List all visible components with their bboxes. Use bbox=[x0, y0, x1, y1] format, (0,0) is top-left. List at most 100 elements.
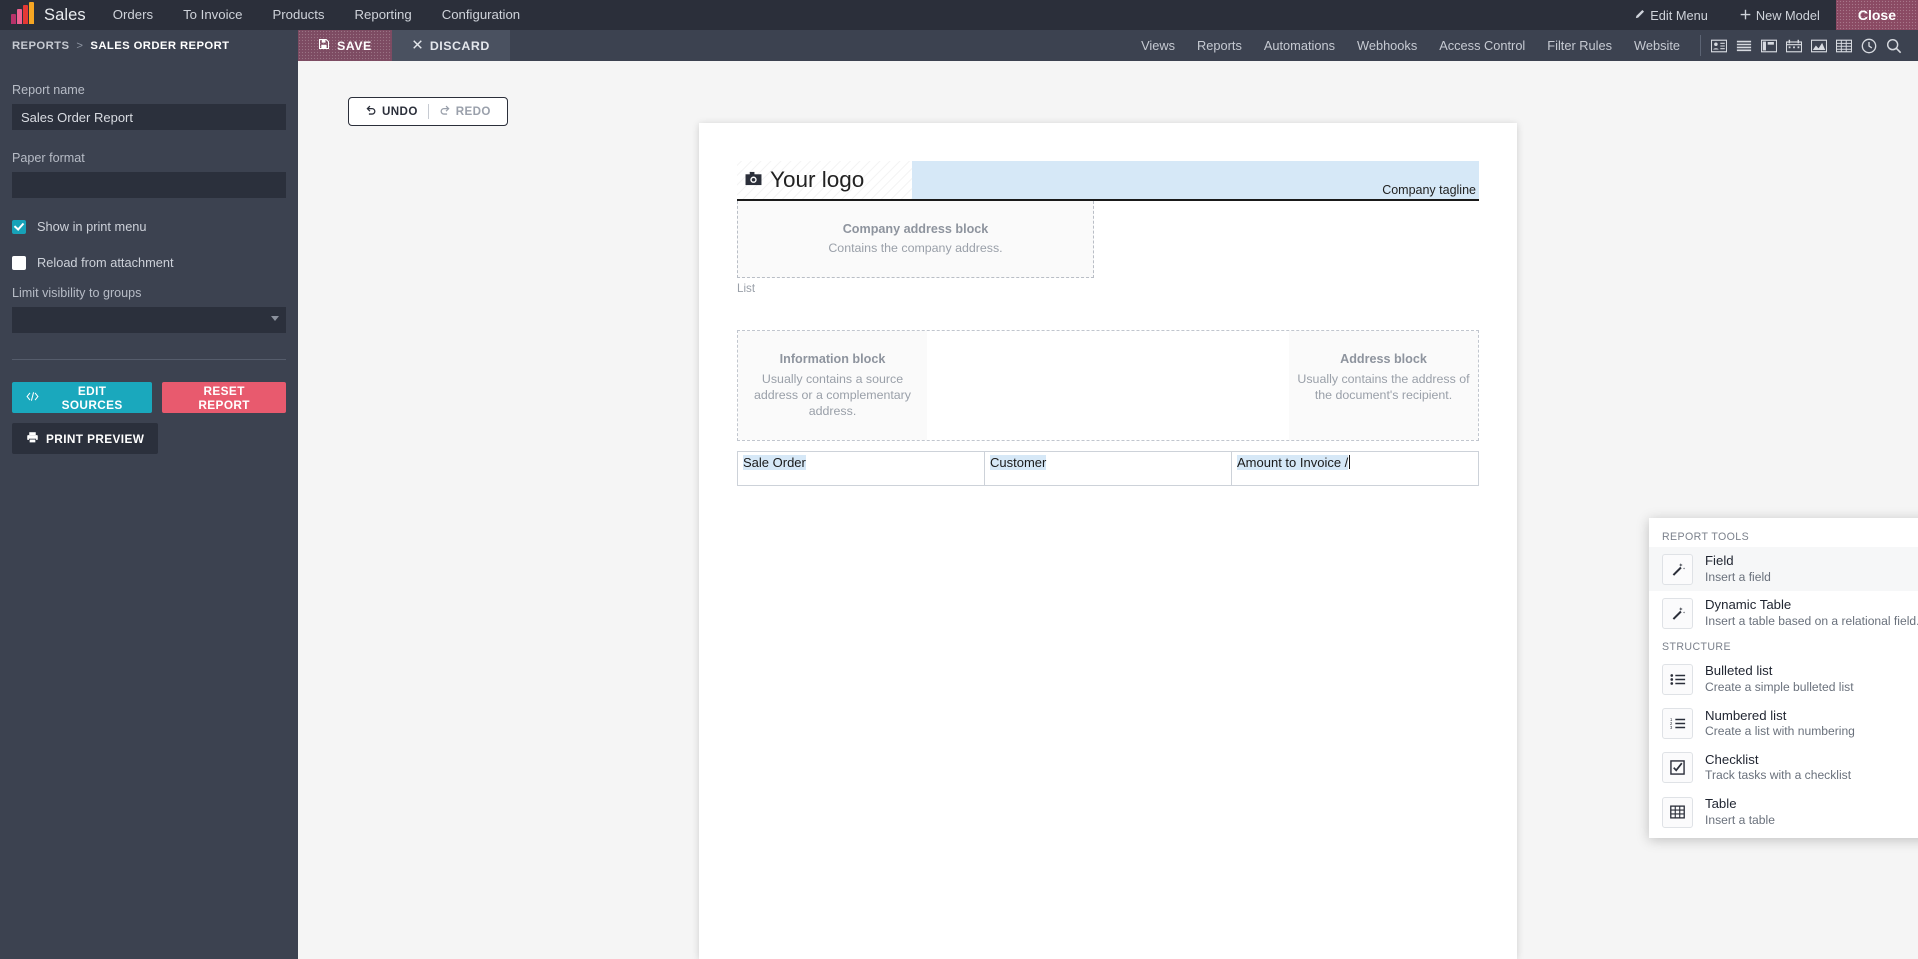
popup-section-structure: STRUCTURE bbox=[1662, 641, 1731, 654]
subnav-item-reports[interactable]: Reports bbox=[1186, 30, 1253, 61]
popup-item-desc: Insert a table based on a relational fie… bbox=[1705, 613, 1918, 628]
popup-item-title: Table bbox=[1705, 796, 1737, 812]
popup-item-checklist[interactable]: Checklist Track tasks with a checklist bbox=[1649, 746, 1918, 790]
subnav-item-webhooks[interactable]: Webhooks bbox=[1346, 30, 1428, 61]
menu-item-to-invoice[interactable]: To Invoice bbox=[168, 0, 257, 30]
subnav-item-views[interactable]: Views bbox=[1130, 30, 1186, 61]
discard-button[interactable]: DISCARD bbox=[391, 30, 510, 61]
popup-section-report-tools: REPORT TOOLS bbox=[1662, 531, 1750, 543]
popup-item-table[interactable]: Table Insert a table bbox=[1649, 790, 1918, 834]
edit-menu-button[interactable]: Edit Menu bbox=[1618, 0, 1724, 30]
calendar-view-icon[interactable] bbox=[1783, 35, 1804, 56]
report-name-input[interactable]: Sales Order Report bbox=[12, 104, 286, 130]
information-block-desc: Usually contains a source address or a c… bbox=[753, 371, 912, 419]
document-header-row: Your logo Company tagline bbox=[737, 161, 1479, 199]
reset-report-label: RESET REPORT bbox=[198, 383, 250, 412]
company-address-wrap: Company address block Contains the compa… bbox=[737, 200, 1479, 278]
undo-label: UNDO bbox=[382, 105, 418, 118]
logo-placeholder[interactable]: Your logo bbox=[737, 161, 912, 199]
popup-item-title: Checklist bbox=[1705, 751, 1759, 767]
undo-button[interactable]: UNDO bbox=[355, 104, 428, 119]
floppy-disk-icon bbox=[318, 38, 330, 53]
report-settings-sidebar: Report name Sales Order Report Paper for… bbox=[0, 61, 298, 959]
graph-view-icon[interactable] bbox=[1808, 35, 1829, 56]
paper-format-input[interactable] bbox=[12, 172, 286, 198]
document-blocks-row: Information block Usually contains a sou… bbox=[737, 329, 1479, 441]
table-header-customer: Customer bbox=[990, 454, 1047, 470]
popup-item-field[interactable]: Field Insert a field bbox=[1649, 547, 1918, 592]
address-block-title: Address block bbox=[1340, 351, 1427, 366]
gantt-view-icon[interactable] bbox=[1758, 35, 1779, 56]
slash-command-popup: REPORT TOOLS Field Insert a field Dynami… bbox=[1649, 518, 1918, 839]
popup-item-numbered-list[interactable]: 123 Numbered list Create a list with num… bbox=[1649, 702, 1918, 746]
menu-item-configuration[interactable]: Configuration bbox=[427, 0, 535, 30]
search-icon[interactable] bbox=[1883, 35, 1904, 56]
address-block-desc: Usually contains the address of the docu… bbox=[1297, 371, 1470, 402]
show-in-print-menu-row[interactable]: Show in print menu bbox=[12, 219, 286, 234]
subnav-item-automations[interactable]: Automations bbox=[1253, 30, 1346, 61]
edit-menu-label: Edit Menu bbox=[1650, 7, 1708, 23]
reload-from-attachment-row[interactable]: Reload from attachment bbox=[12, 255, 286, 270]
print-preview-button[interactable]: PRINT PREVIEW bbox=[12, 423, 159, 454]
table-cell-amount-to-invoice[interactable]: Amount to Invoice / bbox=[1231, 450, 1479, 486]
company-address-title: Company address block bbox=[842, 221, 989, 236]
print-preview-label: PRINT PREVIEW bbox=[46, 431, 145, 446]
table-row: Sale Order Customer Amount to Invoice / bbox=[737, 450, 1479, 486]
pivot-view-icon[interactable] bbox=[1833, 35, 1854, 56]
popup-item-text: Checklist Track tasks with a checklist bbox=[1705, 752, 1851, 784]
reload-from-attachment-checkbox[interactable] bbox=[12, 255, 26, 270]
report-canvas: UNDO REDO Your logo Company tagline Comp… bbox=[298, 61, 1918, 959]
list-view-icon[interactable] bbox=[1733, 35, 1754, 56]
close-x-icon bbox=[412, 39, 423, 53]
sidebar-action-buttons: EDIT SOURCES RESET REPORT bbox=[12, 382, 286, 413]
popup-item-desc: Insert a field bbox=[1705, 569, 1771, 584]
show-in-print-menu-checkbox[interactable] bbox=[12, 219, 26, 234]
sidebar-divider bbox=[12, 359, 286, 360]
menu-item-orders[interactable]: Orders bbox=[98, 0, 168, 30]
chevron-down-icon bbox=[271, 316, 279, 321]
app-brand-name[interactable]: Sales bbox=[44, 6, 86, 25]
sidebar-preview-row: PRINT PREVIEW bbox=[12, 423, 286, 454]
kanban-card-icon[interactable] bbox=[1708, 35, 1729, 56]
close-button[interactable]: Close bbox=[1835, 0, 1918, 30]
popup-item-desc: Create a simple bulleted list bbox=[1705, 679, 1854, 694]
table-cell-sale-order[interactable]: Sale Order bbox=[737, 450, 985, 486]
redo-arrow-icon bbox=[439, 104, 451, 119]
menu-item-reporting[interactable]: Reporting bbox=[340, 0, 427, 30]
report-paper-sheet: Your logo Company tagline Company addres… bbox=[699, 123, 1517, 959]
bar-chart-logo-icon[interactable] bbox=[7, 0, 37, 30]
popup-item-title: Dynamic Table bbox=[1705, 597, 1792, 613]
menu-item-products[interactable]: Products bbox=[257, 0, 339, 30]
popup-item-desc: Track tasks with a checklist bbox=[1705, 768, 1852, 783]
edit-sources-button[interactable]: EDIT SOURCES bbox=[12, 382, 153, 413]
company-address-desc: Contains the company address. bbox=[828, 240, 1003, 255]
plus-icon bbox=[1740, 8, 1751, 23]
popup-item-desc: Create a list with numbering bbox=[1705, 724, 1855, 739]
save-button[interactable]: SAVE bbox=[298, 30, 392, 61]
subnav-item-filter-rules[interactable]: Filter Rules bbox=[1536, 30, 1623, 61]
redo-button[interactable]: REDO bbox=[429, 104, 501, 119]
save-label: SAVE bbox=[337, 38, 372, 53]
divider bbox=[1700, 35, 1701, 56]
information-block-title: Information block bbox=[779, 351, 886, 366]
activity-clock-icon[interactable] bbox=[1858, 35, 1879, 56]
undo-redo-toolbar: UNDO REDO bbox=[348, 97, 508, 126]
table-cell-customer[interactable]: Customer bbox=[984, 450, 1232, 486]
popup-item-text: Field Insert a field bbox=[1705, 553, 1771, 585]
company-address-block[interactable]: Company address block Contains the compa… bbox=[737, 200, 1094, 278]
popup-item-dynamic-table[interactable]: Dynamic Table Insert a table based on a … bbox=[1649, 591, 1918, 635]
information-block[interactable]: Information block Usually contains a sou… bbox=[738, 330, 927, 440]
new-model-button[interactable]: New Model bbox=[1724, 0, 1836, 30]
limit-visibility-select[interactable] bbox=[12, 307, 286, 333]
breadcrumb-root[interactable]: REPORTS bbox=[12, 40, 69, 52]
reset-report-button[interactable]: RESET REPORT bbox=[162, 382, 286, 413]
sub-navbar-menu: Views Reports Automations Webhooks Acces… bbox=[1130, 30, 1918, 61]
report-name-label: Report name bbox=[12, 83, 85, 97]
popup-item-text: Table Insert a table bbox=[1705, 796, 1775, 828]
company-tagline[interactable]: Company tagline bbox=[912, 161, 1479, 199]
subnav-item-access-control[interactable]: Access Control bbox=[1428, 30, 1536, 61]
magic-wand-icon bbox=[1662, 553, 1693, 585]
popup-item-bulleted-list[interactable]: Bulleted list Create a simple bulleted l… bbox=[1649, 657, 1918, 701]
address-block[interactable]: Address block Usually contains the addre… bbox=[1289, 330, 1478, 440]
subnav-item-website[interactable]: Website bbox=[1623, 30, 1691, 61]
